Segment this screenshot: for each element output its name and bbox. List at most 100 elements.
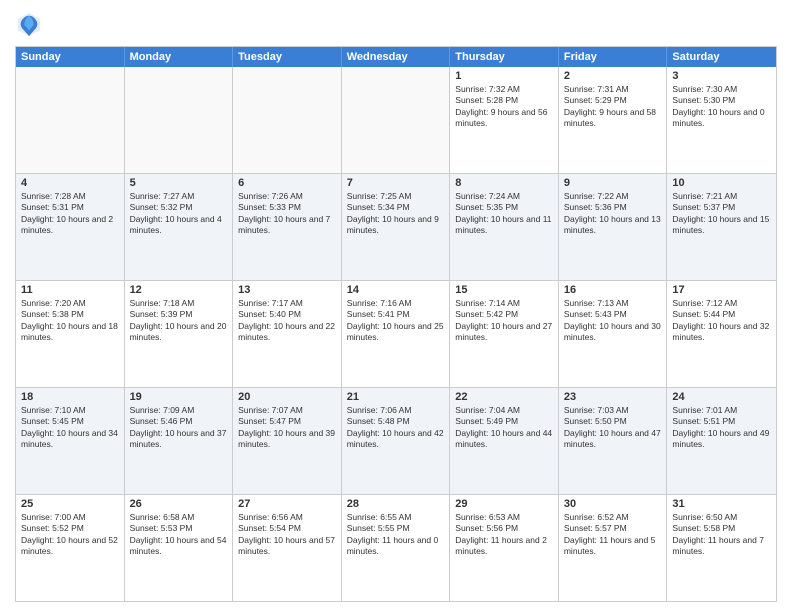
day-info: Sunrise: 7:14 AM Sunset: 5:42 PM Dayligh… [455, 298, 553, 344]
day-number: 13 [238, 284, 336, 296]
calendar-row-5: 25 Sunrise: 7:00 AM Sunset: 5:52 PM Dayli… [16, 495, 776, 601]
day-number: 21 [347, 391, 445, 403]
day-info: Sunrise: 7:22 AM Sunset: 5:36 PM Dayligh… [564, 191, 662, 237]
day-cell-3: 3 Sunrise: 7:30 AM Sunset: 5:30 PM Daylig… [667, 67, 776, 173]
day-number: 23 [564, 391, 662, 403]
day-info: Sunrise: 7:18 AM Sunset: 5:39 PM Dayligh… [130, 298, 228, 344]
day-number: 25 [21, 498, 119, 510]
calendar-body: 1 Sunrise: 7:32 AM Sunset: 5:28 PM Daylig… [16, 67, 776, 601]
day-number: 11 [21, 284, 119, 296]
day-number: 24 [672, 391, 771, 403]
day-number: 7 [347, 177, 445, 189]
day-cell-7: 7 Sunrise: 7:25 AM Sunset: 5:34 PM Daylig… [342, 174, 451, 280]
day-info: Sunrise: 6:56 AM Sunset: 5:54 PM Dayligh… [238, 512, 336, 558]
day-info: Sunrise: 7:12 AM Sunset: 5:44 PM Dayligh… [672, 298, 771, 344]
day-cell-23: 23 Sunrise: 7:03 AM Sunset: 5:50 PM Dayli… [559, 388, 668, 494]
day-info: Sunrise: 7:07 AM Sunset: 5:47 PM Dayligh… [238, 405, 336, 451]
day-cell-15: 15Sunrise: 7:14 AM Sunset: 5:42 PM Dayli… [450, 281, 559, 387]
day-number: 3 [672, 70, 771, 82]
day-cell-14: 14Sunrise: 7:16 AM Sunset: 5:41 PM Dayli… [342, 281, 451, 387]
header-day-monday: Monday [125, 47, 234, 67]
day-info: Sunrise: 7:10 AM Sunset: 5:45 PM Dayligh… [21, 405, 119, 451]
day-info: Sunrise: 7:17 AM Sunset: 5:40 PM Dayligh… [238, 298, 336, 344]
day-cell-10: 10 Sunrise: 7:21 AM Sunset: 5:37 PM Dayli… [667, 174, 776, 280]
day-info: Sunrise: 7:13 AM Sunset: 5:43 PM Dayligh… [564, 298, 662, 344]
day-cell-12: 12 Sunrise: 7:18 AM Sunset: 5:39 PM Dayli… [125, 281, 234, 387]
day-info: Sunrise: 7:21 AM Sunset: 5:37 PM Dayligh… [672, 191, 771, 237]
day-number: 28 [347, 498, 445, 510]
day-number: 1 [455, 70, 553, 82]
day-number: 2 [564, 70, 662, 82]
day-cell-1: 1 Sunrise: 7:32 AM Sunset: 5:28 PM Daylig… [450, 67, 559, 173]
day-cell-25: 25 Sunrise: 7:00 AM Sunset: 5:52 PM Dayli… [16, 495, 125, 601]
day-cell-31: 31 Sunrise: 6:50 AM Sunset: 5:58 PM Dayli… [667, 495, 776, 601]
day-number: 30 [564, 498, 662, 510]
day-number: 6 [238, 177, 336, 189]
day-cell-30: 30 Sunrise: 6:52 AM Sunset: 5:57 PM Dayli… [559, 495, 668, 601]
calendar: SundayMondayTuesdayWednesdayThursdayFrid… [15, 46, 777, 602]
day-cell-9: 9 Sunrise: 7:22 AM Sunset: 5:36 PM Daylig… [559, 174, 668, 280]
day-info: Sunrise: 7:31 AM Sunset: 5:29 PM Dayligh… [564, 84, 662, 130]
day-info: Sunrise: 6:58 AM Sunset: 5:53 PM Dayligh… [130, 512, 228, 558]
day-info: Sunrise: 7:03 AM Sunset: 5:50 PM Dayligh… [564, 405, 662, 451]
day-cell-24: 24 Sunrise: 7:01 AM Sunset: 5:51 PM Dayli… [667, 388, 776, 494]
header-day-saturday: Saturday [667, 47, 776, 67]
day-cell-22: 22 Sunrise: 7:04 AM Sunset: 5:49 PM Dayli… [450, 388, 559, 494]
calendar-row-3: 11 Sunrise: 7:20 AM Sunset: 5:38 PM Dayli… [16, 281, 776, 388]
day-cell-21: 21 Sunrise: 7:06 AM Sunset: 5:48 PM Dayli… [342, 388, 451, 494]
day-number: 31 [672, 498, 771, 510]
day-info: Sunrise: 6:52 AM Sunset: 5:57 PM Dayligh… [564, 512, 662, 558]
day-number: 18 [21, 391, 119, 403]
calendar-row-1: 1 Sunrise: 7:32 AM Sunset: 5:28 PM Daylig… [16, 67, 776, 174]
day-info: Sunrise: 7:27 AM Sunset: 5:32 PM Dayligh… [130, 191, 228, 237]
day-number: 10 [672, 177, 771, 189]
day-cell-18: 18 Sunrise: 7:10 AM Sunset: 5:45 PM Dayli… [16, 388, 125, 494]
day-cell-11: 11 Sunrise: 7:20 AM Sunset: 5:38 PM Dayli… [16, 281, 125, 387]
day-info: Sunrise: 7:32 AM Sunset: 5:28 PM Dayligh… [455, 84, 553, 130]
logo-icon [15, 10, 43, 38]
day-info: Sunrise: 7:06 AM Sunset: 5:48 PM Dayligh… [347, 405, 445, 451]
day-info: Sunrise: 7:00 AM Sunset: 5:52 PM Dayligh… [21, 512, 119, 558]
day-number: 20 [238, 391, 336, 403]
day-cell-6: 6 Sunrise: 7:26 AM Sunset: 5:33 PM Daylig… [233, 174, 342, 280]
day-info: Sunrise: 7:25 AM Sunset: 5:34 PM Dayligh… [347, 191, 445, 237]
day-info: Sunrise: 6:53 AM Sunset: 5:56 PM Dayligh… [455, 512, 553, 558]
day-number: 12 [130, 284, 228, 296]
day-info: Sunrise: 7:30 AM Sunset: 5:30 PM Dayligh… [672, 84, 771, 130]
day-cell-16: 16 Sunrise: 7:13 AM Sunset: 5:43 PM Dayli… [559, 281, 668, 387]
day-cell-17: 17 Sunrise: 7:12 AM Sunset: 5:44 PM Dayli… [667, 281, 776, 387]
empty-cell [125, 67, 234, 173]
day-info: Sunrise: 7:01 AM Sunset: 5:51 PM Dayligh… [672, 405, 771, 451]
day-number: 8 [455, 177, 553, 189]
day-info: Sunrise: 7:20 AM Sunset: 5:38 PM Dayligh… [21, 298, 119, 344]
day-info: Sunrise: 7:24 AM Sunset: 5:35 PM Dayligh… [455, 191, 553, 237]
header-day-wednesday: Wednesday [342, 47, 451, 67]
day-cell-29: 29 Sunrise: 6:53 AM Sunset: 5:56 PM Dayli… [450, 495, 559, 601]
day-number: 27 [238, 498, 336, 510]
day-info: Sunrise: 6:50 AM Sunset: 5:58 PM Dayligh… [672, 512, 771, 558]
day-number: 26 [130, 498, 228, 510]
day-cell-5: 5 Sunrise: 7:27 AM Sunset: 5:32 PM Daylig… [125, 174, 234, 280]
header-day-thursday: Thursday [450, 47, 559, 67]
calendar-header: SundayMondayTuesdayWednesdayThursdayFrid… [16, 47, 776, 67]
day-cell-13: 13 Sunrise: 7:17 AM Sunset: 5:40 PM Dayli… [233, 281, 342, 387]
empty-cell [16, 67, 125, 173]
day-number: 16 [564, 284, 662, 296]
day-cell-2: 2 Sunrise: 7:31 AM Sunset: 5:29 PM Daylig… [559, 67, 668, 173]
day-info: Sunrise: 7:04 AM Sunset: 5:49 PM Dayligh… [455, 405, 553, 451]
day-number: 22 [455, 391, 553, 403]
day-info: Sunrise: 7:09 AM Sunset: 5:46 PM Dayligh… [130, 405, 228, 451]
day-info: Sunrise: 7:28 AM Sunset: 5:31 PM Dayligh… [21, 191, 119, 237]
day-number: 17 [672, 284, 771, 296]
empty-cell [342, 67, 451, 173]
header-day-tuesday: Tuesday [233, 47, 342, 67]
day-cell-26: 26 Sunrise: 6:58 AM Sunset: 5:53 PM Dayli… [125, 495, 234, 601]
day-cell-4: 4 Sunrise: 7:28 AM Sunset: 5:31 PM Daylig… [16, 174, 125, 280]
day-number: 9 [564, 177, 662, 189]
day-info: Sunrise: 7:26 AM Sunset: 5:33 PM Dayligh… [238, 191, 336, 237]
empty-cell [233, 67, 342, 173]
day-number: 5 [130, 177, 228, 189]
day-number: 4 [21, 177, 119, 189]
header-day-friday: Friday [559, 47, 668, 67]
day-number: 29 [455, 498, 553, 510]
